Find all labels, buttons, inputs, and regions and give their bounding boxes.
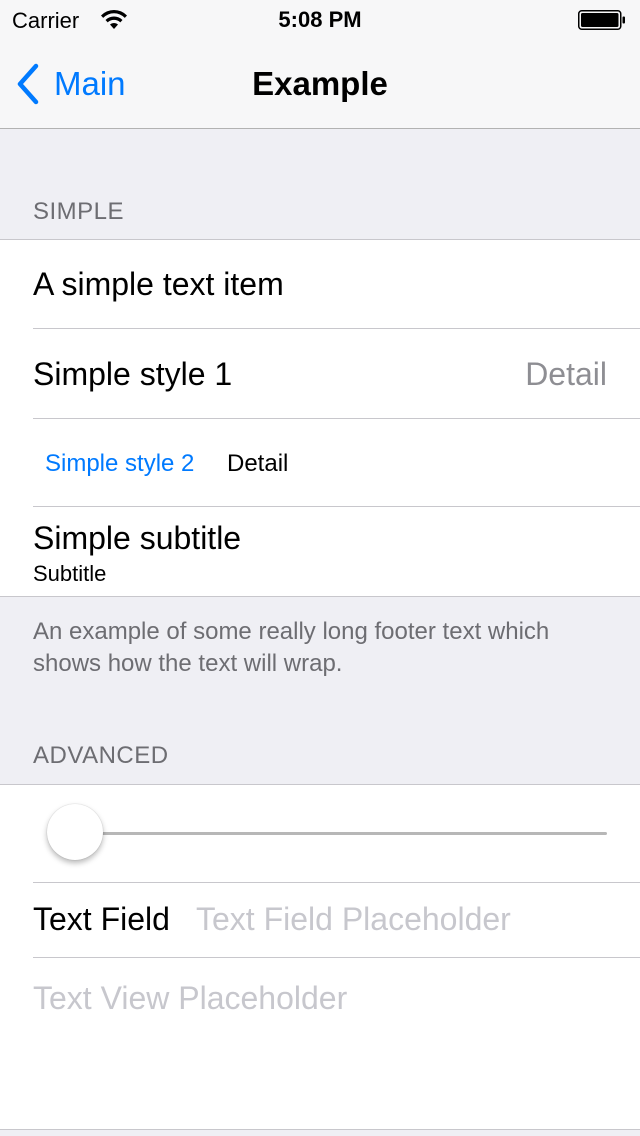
row-simple-text-item[interactable]: A simple text item [0,240,640,329]
advanced-section-group: Text Field [0,784,640,1130]
row-title: Simple subtitle [33,520,242,556]
top-bar: Carrier 5:08 PM Main Example [0,0,640,129]
section-header-advanced: ADVANCED [33,742,169,769]
row-title: Simple style 1 [33,356,233,392]
battery-icon [578,10,625,30]
section-footer-simple: An example of some really long footer te… [33,618,550,677]
row-title: Simple style 2 [45,450,195,477]
navigation-bar: Main Example [0,40,640,128]
slider-thumb[interactable] [47,804,103,860]
row-simple-subtitle[interactable]: Simple subtitle Subtitle [0,507,640,596]
row-text-field: Text Field [0,883,640,958]
row-simple-style-2[interactable]: Simple style 2 Detail [0,419,640,507]
back-button-label: Main [54,65,126,102]
row-subtitle: Subtitle [33,561,107,586]
text-view-input[interactable] [33,980,607,1120]
text-field-input[interactable] [196,897,606,941]
row-simple-style-1[interactable]: Simple style 1 Detail [0,329,640,419]
back-button[interactable]: Main [14,62,126,106]
status-bar: Carrier 5:08 PM [0,0,640,40]
simple-section-group: A simple text item Simple style 1 Detail… [0,239,640,597]
row-detail: Detail [227,450,289,477]
row-detail: Detail [525,356,607,392]
row-text-view [0,958,640,1127]
row-title: A simple text item [33,266,284,302]
section-header-simple: SIMPLE [33,198,125,225]
row-slider [0,785,640,883]
status-time: 5:08 PM [278,7,362,32]
chevron-left-icon [17,63,39,105]
text-field-label: Text Field [33,901,170,937]
slider-track[interactable] [75,832,607,835]
